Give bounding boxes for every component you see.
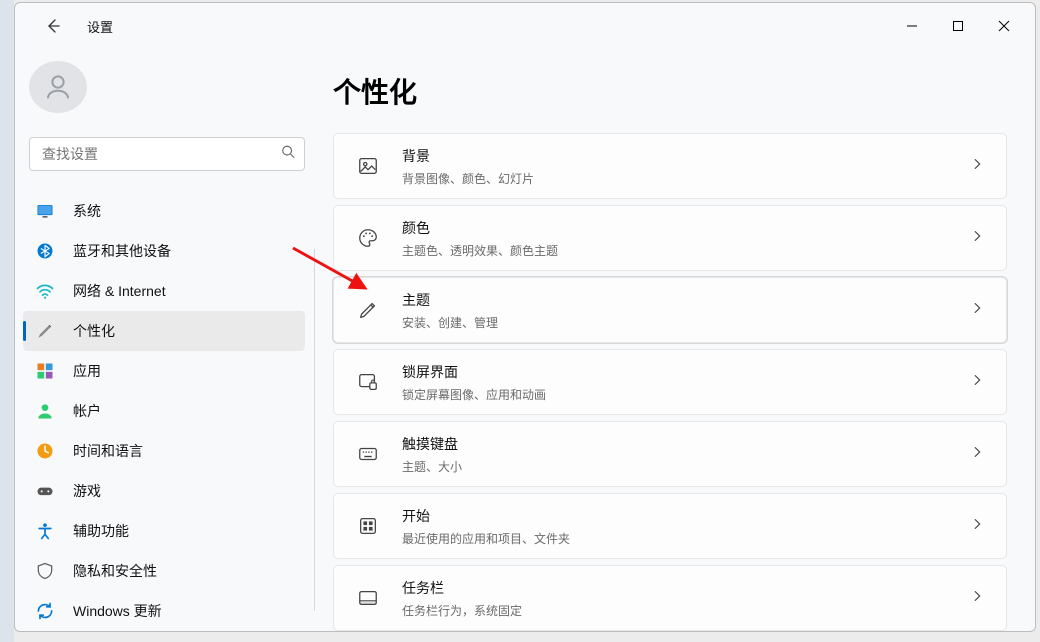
maximize-icon: [952, 20, 964, 32]
card-title: 颜色: [402, 218, 558, 238]
chevron-right-icon: [970, 229, 984, 248]
sidebar-item-apps[interactable]: 应用: [23, 351, 305, 391]
account-icon: [35, 401, 55, 421]
card-subtitle: 锁定屏幕图像、应用和动画: [402, 386, 546, 403]
main-content: 个性化 背景 背景图像、颜色、幻灯片 颜色 主题色、透明效果、颜色主题: [315, 49, 1035, 631]
sidebar-item-label: 帐户: [73, 401, 101, 421]
page-title: 个性化: [333, 71, 1007, 111]
pen-icon: [356, 298, 380, 322]
card-title: 任务栏: [402, 578, 522, 598]
paintbrush-icon: [35, 321, 55, 341]
arrow-left-icon: [45, 18, 61, 34]
image-icon: [356, 154, 380, 178]
minimize-icon: [906, 20, 918, 32]
start-icon: [356, 514, 380, 538]
chevron-right-icon: [970, 589, 984, 608]
sidebar-item-label: 游戏: [73, 481, 101, 501]
sidebar-item-label: 辅助功能: [73, 521, 129, 541]
titlebar: 设置: [15, 3, 1035, 49]
card-subtitle: 安装、创建、管理: [402, 314, 498, 331]
sidebar: 系统 蓝牙和其他设备 网络 & Internet: [15, 49, 315, 631]
clock-globe-icon: [35, 441, 55, 461]
monitor-icon: [35, 201, 55, 221]
settings-window: 设置: [14, 2, 1036, 632]
sidebar-item-privacy[interactable]: 隐私和安全性: [23, 551, 305, 591]
window-title: 设置: [87, 17, 113, 36]
shield-icon: [35, 561, 55, 581]
sidebar-item-accounts[interactable]: 帐户: [23, 391, 305, 431]
wifi-icon: [35, 281, 55, 301]
desktop-background-strip: [0, 0, 14, 642]
sidebar-item-time[interactable]: 时间和语言: [23, 431, 305, 471]
chevron-right-icon: [970, 445, 984, 464]
card-subtitle: 主题、大小: [402, 458, 462, 475]
sidebar-item-label: 个性化: [73, 321, 115, 341]
close-icon: [998, 20, 1010, 32]
card-title: 锁屏界面: [402, 362, 546, 382]
sidebar-item-network[interactable]: 网络 & Internet: [23, 271, 305, 311]
sidebar-item-label: 网络 & Internet: [73, 281, 166, 301]
card-start[interactable]: 开始 最近使用的应用和项目、文件夹: [333, 493, 1007, 559]
card-colors[interactable]: 颜色 主题色、透明效果、颜色主题: [333, 205, 1007, 271]
search-icon: [281, 145, 295, 164]
sidebar-separator: [314, 249, 315, 611]
chevron-right-icon: [970, 373, 984, 392]
sidebar-item-label: 时间和语言: [73, 441, 143, 461]
apps-icon: [35, 361, 55, 381]
card-lockscreen[interactable]: 锁屏界面 锁定屏幕图像、应用和动画: [333, 349, 1007, 415]
card-title: 触摸键盘: [402, 434, 462, 454]
sidebar-item-label: 应用: [73, 361, 101, 381]
card-title: 开始: [402, 506, 570, 526]
nav-list: 系统 蓝牙和其他设备 网络 & Internet: [23, 191, 315, 631]
keyboard-icon: [356, 442, 380, 466]
sidebar-item-label: 系统: [73, 201, 101, 221]
palette-icon: [356, 226, 380, 250]
card-themes[interactable]: 主题 安装、创建、管理: [333, 277, 1007, 343]
maximize-button[interactable]: [935, 8, 981, 44]
card-subtitle: 最近使用的应用和项目、文件夹: [402, 530, 570, 547]
person-icon: [43, 72, 73, 102]
bluetooth-icon: [35, 241, 55, 261]
card-subtitle: 背景图像、颜色、幻灯片: [402, 170, 534, 187]
back-button[interactable]: [35, 8, 71, 44]
sidebar-item-label: 蓝牙和其他设备: [73, 241, 171, 261]
sidebar-item-system[interactable]: 系统: [23, 191, 305, 231]
sidebar-item-update[interactable]: Windows 更新: [23, 591, 305, 631]
sidebar-item-bluetooth[interactable]: 蓝牙和其他设备: [23, 231, 305, 271]
gamepad-icon: [35, 481, 55, 501]
update-icon: [35, 601, 55, 621]
sidebar-item-personalize[interactable]: 个性化: [23, 311, 305, 351]
card-title: 主题: [402, 290, 498, 310]
chevron-right-icon: [970, 301, 984, 320]
card-background[interactable]: 背景 背景图像、颜色、幻灯片: [333, 133, 1007, 199]
card-touch-keyboard[interactable]: 触摸键盘 主题、大小: [333, 421, 1007, 487]
window-body: 系统 蓝牙和其他设备 网络 & Internet: [15, 49, 1035, 631]
search-wrapper: [29, 137, 305, 171]
card-subtitle: 任务栏行为，系统固定: [402, 602, 522, 619]
avatar[interactable]: [29, 61, 87, 113]
sidebar-item-gaming[interactable]: 游戏: [23, 471, 305, 511]
card-title: 背景: [402, 146, 534, 166]
taskbar-icon: [356, 586, 380, 610]
minimize-button[interactable]: [889, 8, 935, 44]
sidebar-item-accessibility[interactable]: 辅助功能: [23, 511, 305, 551]
chevron-right-icon: [970, 517, 984, 536]
chevron-right-icon: [970, 157, 984, 176]
card-taskbar[interactable]: 任务栏 任务栏行为，系统固定: [333, 565, 1007, 631]
sidebar-item-label: 隐私和安全性: [73, 561, 157, 581]
accessibility-icon: [35, 521, 55, 541]
card-subtitle: 主题色、透明效果、颜色主题: [402, 242, 558, 259]
close-button[interactable]: [981, 8, 1027, 44]
lockscreen-icon: [356, 370, 380, 394]
search-input[interactable]: [29, 137, 305, 171]
sidebar-item-label: Windows 更新: [73, 601, 162, 621]
